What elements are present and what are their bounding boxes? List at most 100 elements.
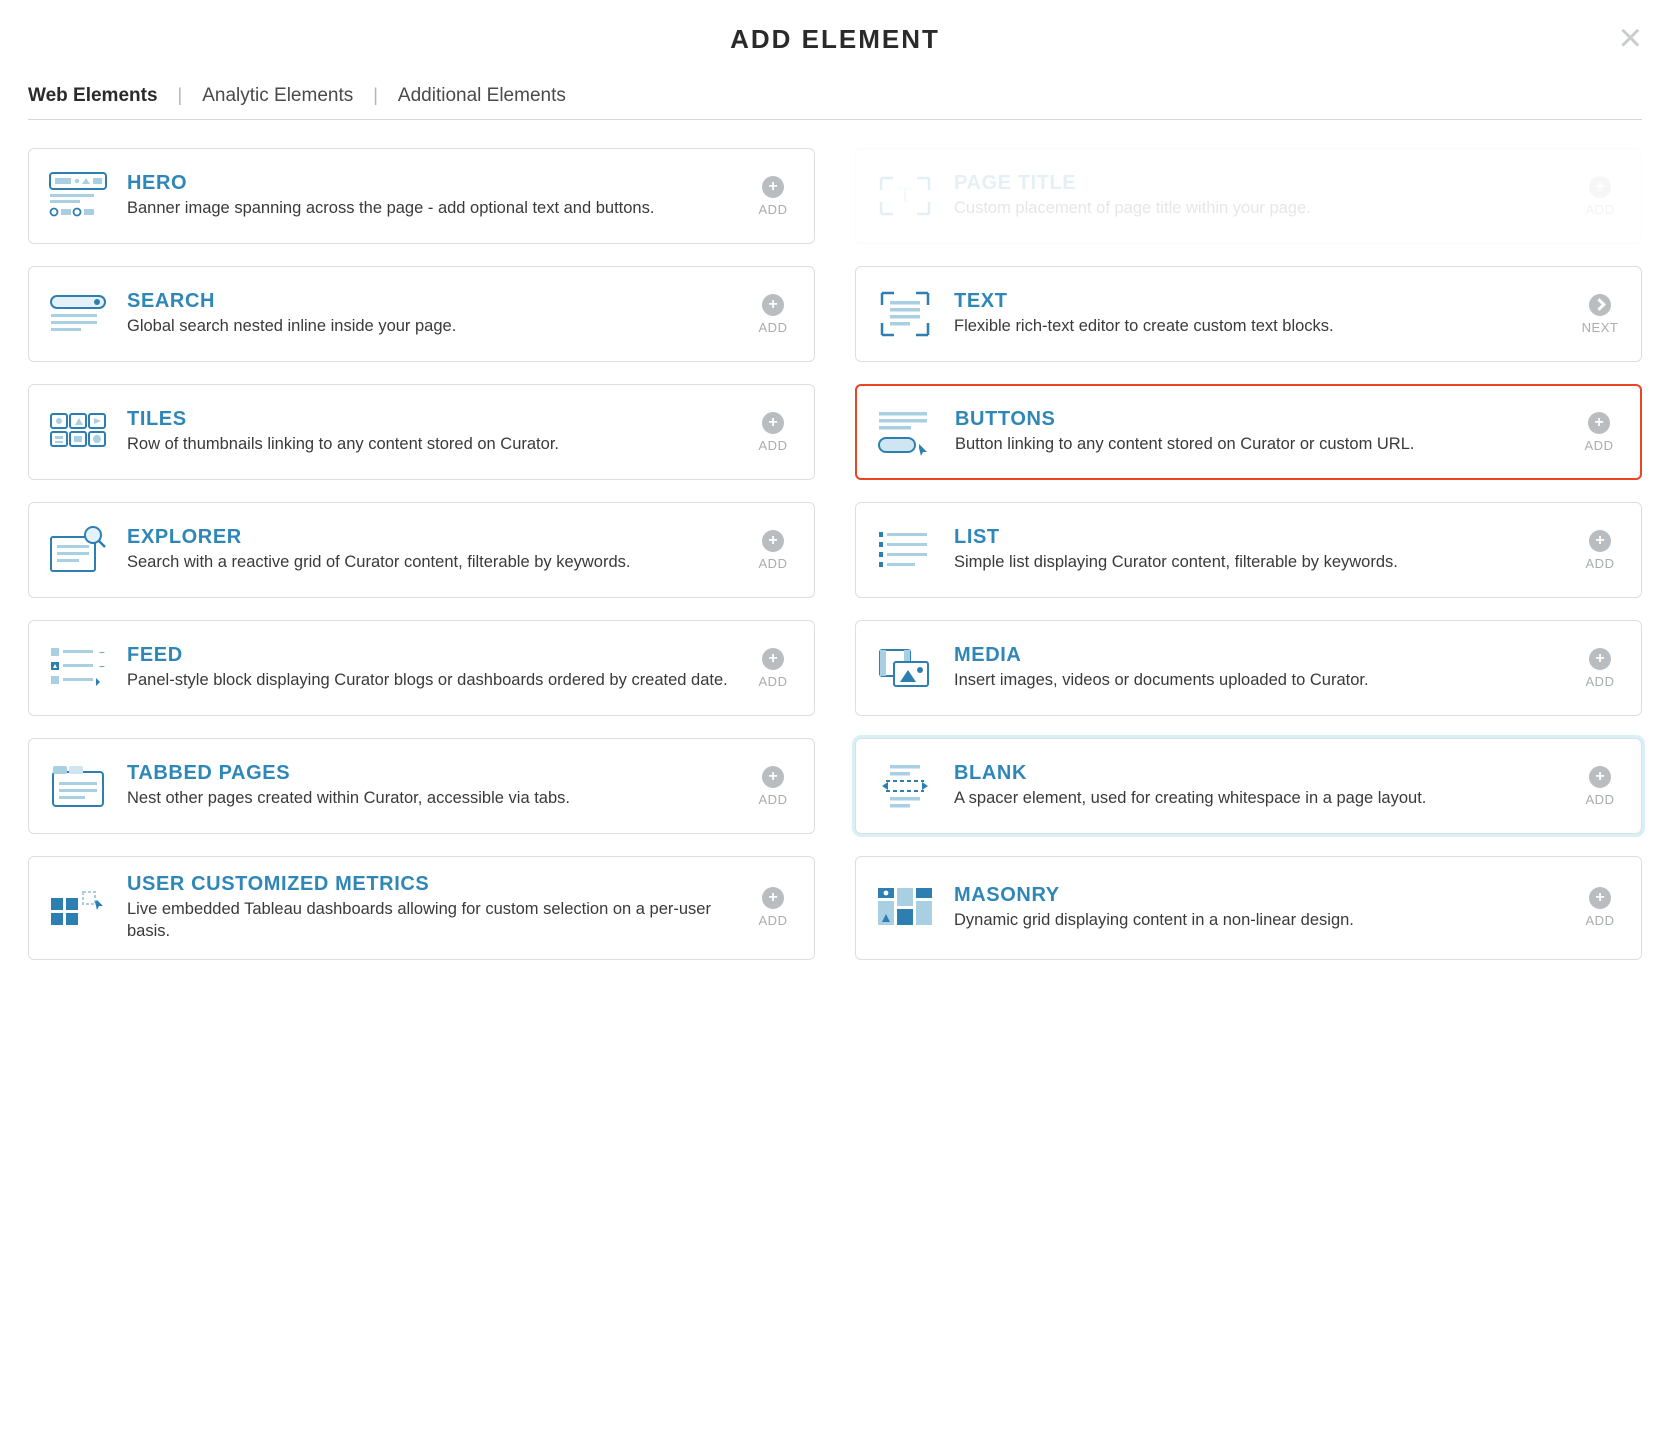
tabbed-pages-icon [47,757,109,815]
add-button[interactable]: + ADD [750,294,796,335]
card-desc: Custom placement of page title within yo… [954,197,1559,219]
card-desc: A spacer element, used for creating whit… [954,787,1559,809]
plus-icon: + [1588,412,1610,434]
card-body: TEXT Flexible rich-text editor to create… [954,290,1559,337]
action-label: ADD [750,913,796,928]
add-button[interactable]: + ADD [750,530,796,571]
action-label: ADD [750,202,796,217]
card-desc: Nest other pages created within Curator,… [127,787,732,809]
add-button[interactable]: + ADD [750,766,796,807]
plus-icon: + [762,887,784,909]
card-body: HERO Banner image spanning across the pa… [127,172,732,219]
card-buttons[interactable]: BUTTONS Button linking to any content st… [855,384,1642,480]
hero-icon [47,167,109,225]
add-button[interactable]: + ADD [1577,766,1623,807]
card-desc: Banner image spanning across the page - … [127,197,732,219]
card-desc: Live embedded Tableau dashboards allowin… [127,898,732,943]
card-media[interactable]: MEDIA Insert images, videos or documents… [855,620,1642,716]
card-title: LIST [954,526,1559,549]
plus-icon: + [1589,530,1611,552]
card-body: MEDIA Insert images, videos or documents… [954,644,1559,691]
action-label: ADD [750,556,796,571]
card-search[interactable]: SEARCH Global search nested inline insid… [28,266,815,362]
card-body: TABBED PAGES Nest other pages created wi… [127,762,732,809]
plus-icon: + [762,648,784,670]
add-button[interactable]: + ADD [1577,530,1623,571]
card-title: SEARCH [127,290,732,313]
plus-icon: + [1589,766,1611,788]
svg-text:−: − [99,662,105,673]
card-title: BLANK [954,762,1559,785]
action-label: ADD [1577,792,1623,807]
explorer-icon [47,521,109,579]
tab-additional-elements[interactable]: Additional Elements [398,83,566,119]
card-title: PAGE TITLE [954,172,1559,195]
tab-separator: | [178,85,183,106]
card-title: HERO [127,172,732,195]
modal-title: ADD ELEMENT [28,24,1642,55]
add-button[interactable]: + ADD [750,887,796,928]
card-title: TABBED PAGES [127,762,732,785]
card-body: PAGE TITLE Custom placement of page titl… [954,172,1559,219]
tabs-row: Web Elements | Analytic Elements | Addit… [28,83,1642,120]
card-desc: Panel-style block displaying Curator blo… [127,669,732,691]
svg-text:T: T [898,182,912,207]
card-body: EXPLORER Search with a reactive grid of … [127,526,732,573]
card-text[interactable]: TEXT Flexible rich-text editor to create… [855,266,1642,362]
add-button[interactable]: + ADD [1577,648,1623,689]
next-button[interactable]: NEXT [1577,294,1623,335]
card-tabbed-pages[interactable]: TABBED PAGES Nest other pages created wi… [28,738,815,834]
action-label: ADD [750,438,796,453]
chevron-right-icon [1589,294,1611,316]
add-button[interactable]: + ADD [750,648,796,689]
plus-icon: + [1589,887,1611,909]
add-button: + ADD [1577,176,1623,217]
card-body: USER CUSTOMIZED METRICS Live embedded Ta… [127,873,732,943]
card-title: FEED [127,644,732,667]
card-desc: Search with a reactive grid of Curator c… [127,551,732,573]
close-icon[interactable]: × [1619,18,1642,58]
add-button[interactable]: + ADD [750,176,796,217]
feed-icon: − − [47,639,109,697]
svg-text:−: − [99,648,105,659]
card-page-title: T PAGE TITLE Custom placement of page ti… [855,148,1642,244]
card-feed[interactable]: − − FEED Panel-style block displaying Cu… [28,620,815,716]
action-label: ADD [1577,674,1623,689]
add-button[interactable]: + ADD [1576,412,1622,453]
card-desc: Dynamic grid displaying content in a non… [954,909,1559,931]
tiles-icon [47,403,109,461]
card-hero[interactable]: HERO Banner image spanning across the pa… [28,148,815,244]
card-body: BUTTONS Button linking to any content st… [955,408,1558,455]
metrics-icon [47,879,109,937]
add-button[interactable]: + ADD [1577,887,1623,928]
card-desc: Insert images, videos or documents uploa… [954,669,1559,691]
tab-analytic-elements[interactable]: Analytic Elements [202,83,353,119]
card-title: BUTTONS [955,408,1558,431]
card-tiles[interactable]: TILES Row of thumbnails linking to any c… [28,384,815,480]
card-desc: Button linking to any content stored on … [955,433,1558,455]
search-icon [47,285,109,343]
card-user-customized-metrics[interactable]: USER CUSTOMIZED METRICS Live embedded Ta… [28,856,815,960]
cards-grid: HERO Banner image spanning across the pa… [28,148,1642,960]
card-desc: Flexible rich-text editor to create cust… [954,315,1559,337]
tab-separator: | [373,85,378,106]
card-blank[interactable]: BLANK A spacer element, used for creatin… [855,738,1642,834]
card-desc: Row of thumbnails linking to any content… [127,433,732,455]
add-button[interactable]: + ADD [750,412,796,453]
card-title: TILES [127,408,732,431]
tab-web-elements[interactable]: Web Elements [28,83,158,119]
plus-icon: + [762,530,784,552]
page-title-icon: T [874,167,936,225]
buttons-icon [875,403,937,461]
card-body: SEARCH Global search nested inline insid… [127,290,732,337]
card-explorer[interactable]: EXPLORER Search with a reactive grid of … [28,502,815,598]
action-label: ADD [750,792,796,807]
plus-icon: + [762,176,784,198]
card-list[interactable]: LIST Simple list displaying Curator cont… [855,502,1642,598]
card-desc: Global search nested inline inside your … [127,315,732,337]
card-title: USER CUSTOMIZED METRICS [127,873,732,896]
card-masonry[interactable]: MASONRY Dynamic grid displaying content … [855,856,1642,960]
card-body: TILES Row of thumbnails linking to any c… [127,408,732,455]
plus-icon: + [762,412,784,434]
media-icon [874,639,936,697]
